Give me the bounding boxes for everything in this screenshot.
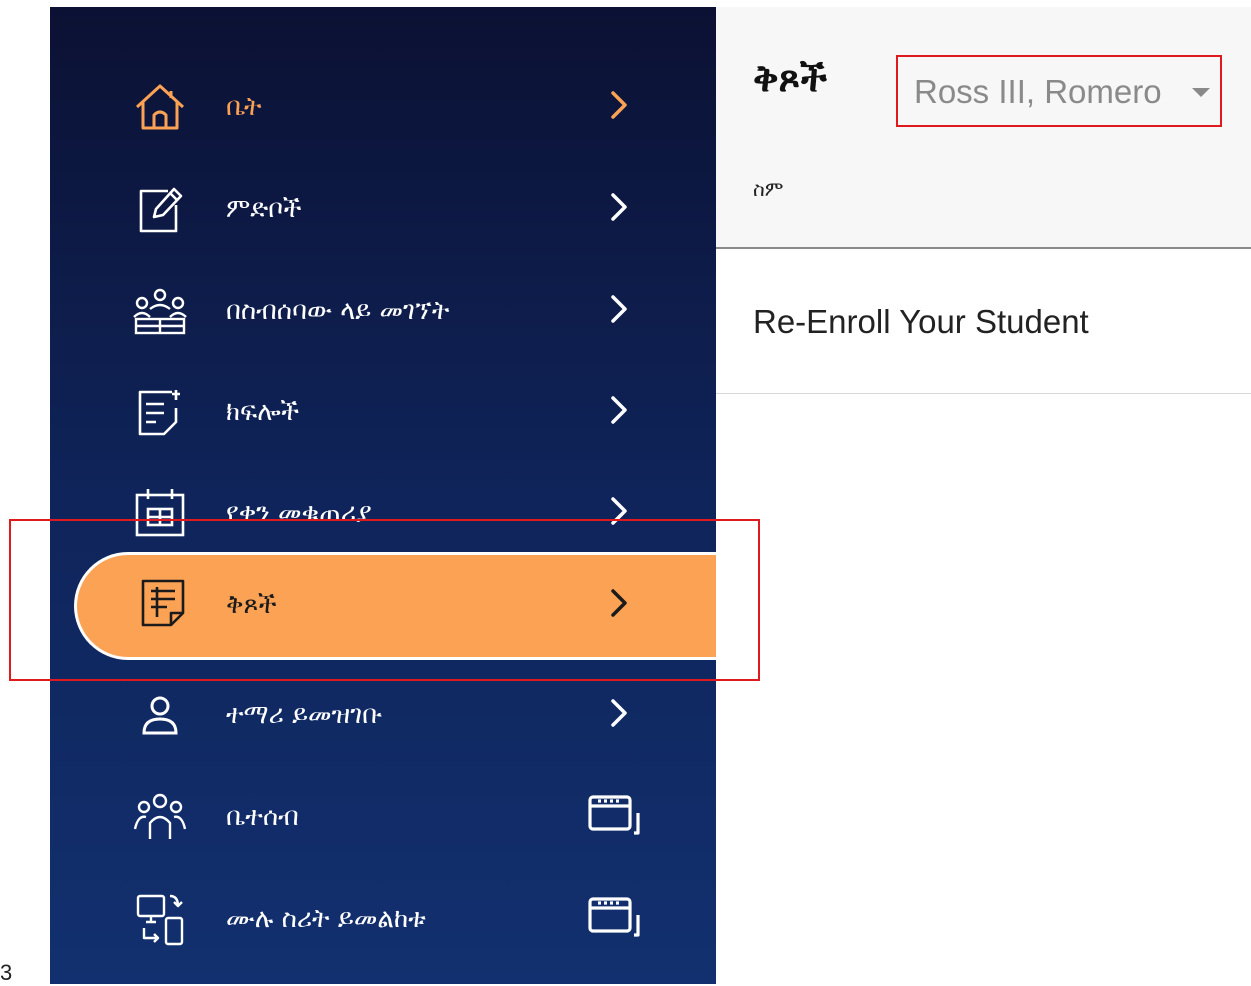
sidebar-item-classes[interactable]: ክፍሎች bbox=[50, 370, 716, 450]
column-header-name: ስም bbox=[753, 177, 784, 201]
header-divider bbox=[716, 247, 1251, 249]
page-title: ቅጾች bbox=[753, 56, 827, 100]
home-icon bbox=[132, 83, 188, 131]
sidebar-item-label: በስብሰባው ላይ መገኘት bbox=[226, 296, 450, 326]
chevron-right-icon bbox=[606, 392, 632, 428]
sidebar-item-label: ሙሉ ስሪት ይመልከቱ bbox=[226, 904, 426, 934]
sidebar-item-label: ምድቦች bbox=[226, 194, 302, 224]
chevron-right-icon bbox=[606, 189, 632, 225]
sidebar-item-label: ቤት bbox=[226, 92, 262, 122]
switch-device-icon bbox=[132, 894, 188, 946]
caret-down-icon bbox=[1192, 88, 1210, 97]
external-window-icon[interactable] bbox=[584, 791, 648, 839]
forms-header bbox=[716, 7, 1251, 247]
sidebar-item-label: ቤተሰብ bbox=[226, 802, 299, 832]
sidebar-item-grades[interactable]: ምድቦች bbox=[50, 167, 716, 247]
attendance-icon bbox=[132, 287, 188, 335]
external-window-icon[interactable] bbox=[584, 893, 648, 941]
form-row-link[interactable]: Re-Enroll Your Student bbox=[753, 303, 1089, 341]
person-icon bbox=[132, 691, 188, 739]
sidebar-item-register-student[interactable]: ተማሪ ይመዝገቡ bbox=[50, 673, 716, 753]
sidebar-nav: ቤት ምድቦች በስብሰባው ላይ መገኘት ክፍሎች የቀን መቁጠሪያ ቅጾ… bbox=[50, 7, 716, 984]
stray-text: 3 bbox=[0, 960, 13, 985]
sidebar-item-attendance[interactable]: በስብሰባው ላይ መገኘት bbox=[50, 269, 716, 349]
sidebar-item-family[interactable]: ቤተሰብ bbox=[50, 775, 716, 855]
student-selector-dropdown[interactable]: Ross III, Romero bbox=[896, 55, 1222, 127]
family-icon bbox=[132, 793, 188, 841]
row-divider bbox=[716, 393, 1251, 394]
active-item-highlight bbox=[9, 519, 760, 681]
sidebar-item-label: ተማሪ ይመዝገቡ bbox=[226, 700, 383, 730]
main-content: ቅጾች Ross III, Romero ስም Re-Enroll Your S… bbox=[716, 7, 1251, 984]
sidebar-item-label: ክፍሎች bbox=[226, 397, 300, 427]
chevron-right-icon bbox=[606, 695, 632, 731]
sidebar-item-home[interactable]: ቤት bbox=[50, 65, 716, 145]
edit-icon bbox=[132, 185, 188, 233]
document-icon bbox=[132, 388, 188, 436]
chevron-right-icon bbox=[606, 87, 632, 123]
chevron-right-icon bbox=[606, 291, 632, 327]
student-selector-value: Ross III, Romero bbox=[914, 73, 1162, 110]
sidebar-item-full-version[interactable]: ሙሉ ስሪት ይመልከቱ bbox=[50, 877, 716, 957]
